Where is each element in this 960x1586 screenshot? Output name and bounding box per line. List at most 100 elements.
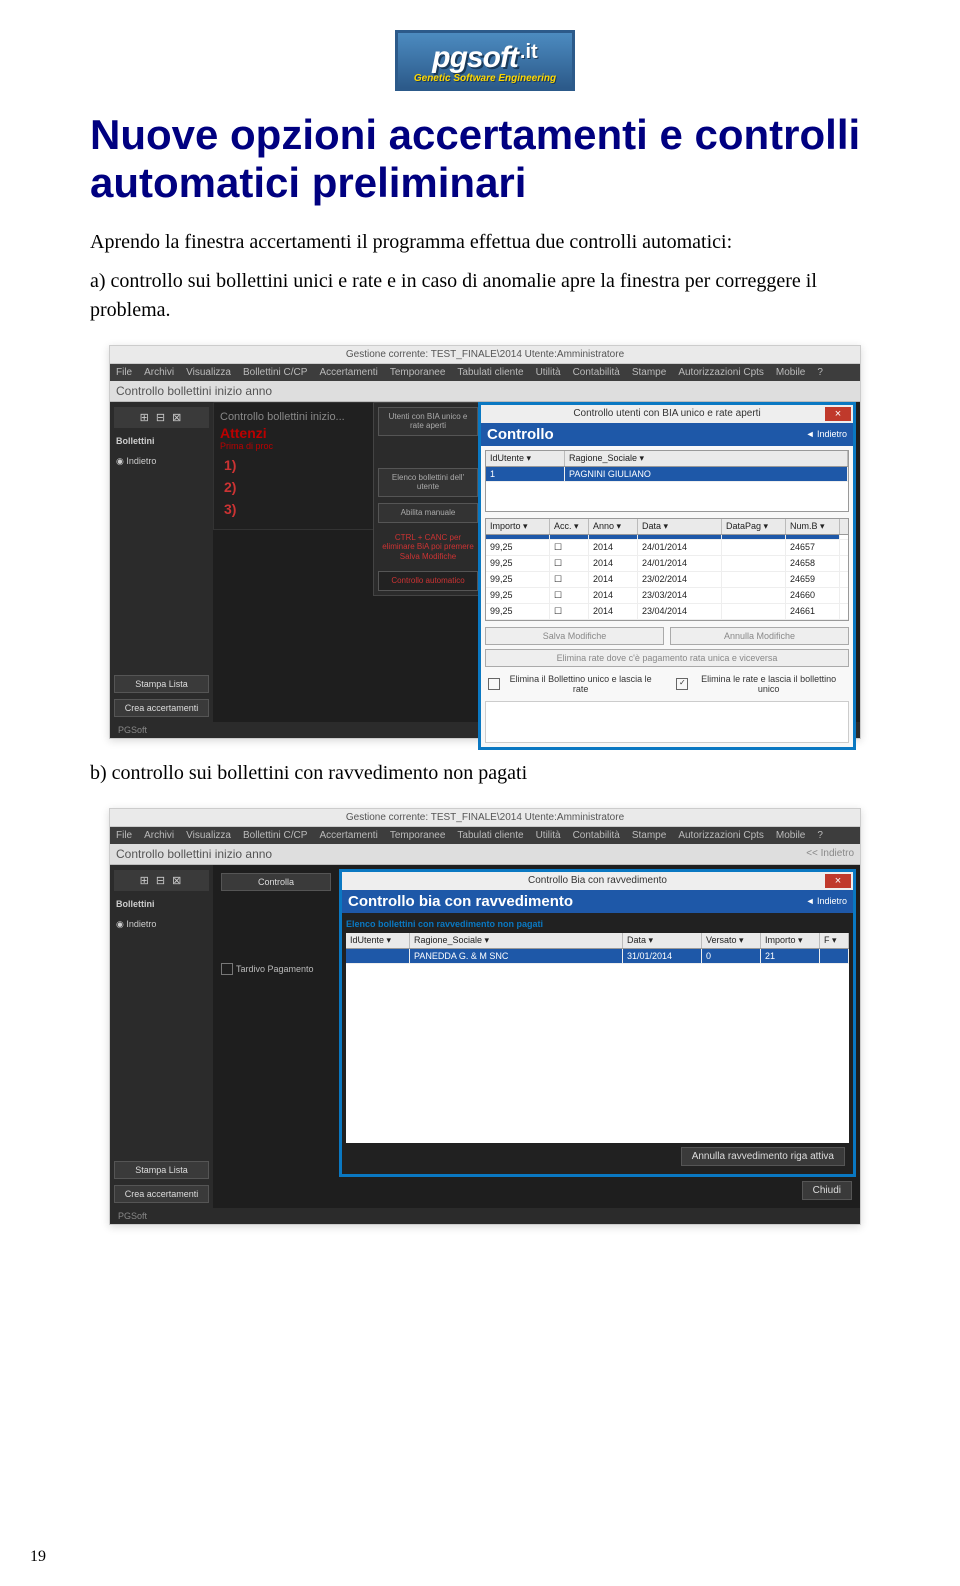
tardivo-checkbox[interactable]: Tardivo Pagamento: [221, 963, 331, 975]
table-row[interactable]: 99,25☐201424/01/201424658: [486, 556, 848, 572]
menubar: File Archivi Visualizza Bollettini C/CP Acce…: [110, 364, 860, 381]
sidebar-indietro[interactable]: ◉ Indietro: [114, 454, 209, 469]
menu-item[interactable]: Mobile: [776, 367, 805, 378]
mid-btn-auto[interactable]: Controllo automatico: [378, 571, 478, 591]
menu-item[interactable]: Bollettini C/CP: [243, 367, 307, 378]
column-header[interactable]: Importo ▾: [761, 933, 820, 948]
menu-item[interactable]: Temporanee: [390, 830, 446, 841]
point-b-paragraph: b) controllo sui bollettini con ravvedim…: [90, 759, 880, 788]
sidebar: ⊞ ⊟ ⊠ Bollettini ◉ Indietro Stampa Lista…: [110, 865, 213, 1208]
checkbox-elimina-rate[interactable]: ✓ Elimina le rate e lascia il bollettino…: [673, 671, 849, 697]
menu-item[interactable]: Autorizzazioni Cpts: [678, 367, 764, 378]
controlla-button[interactable]: Controlla: [221, 873, 331, 891]
logo-tagline: Genetic Software Engineering: [414, 73, 556, 84]
intro-paragraph: Aprendo la finestra accertamenti il prog…: [90, 228, 880, 257]
menu-item[interactable]: Visualizza: [186, 367, 231, 378]
salva-button[interactable]: Salva Modifiche: [485, 627, 664, 645]
checkbox-icon: ✓: [676, 678, 688, 690]
column-header[interactable]: Importo ▾: [486, 519, 550, 534]
checkbox-elimina-unico[interactable]: Elimina il Bollettino unico e lascia le …: [485, 671, 661, 697]
dialog-ravvedimento: Controllo Bia con ravvedimento × Control…: [339, 869, 856, 1177]
mid-btn-abilita[interactable]: Abilita manuale: [378, 503, 478, 523]
menu-item[interactable]: Mobile: [776, 830, 805, 841]
tool-strip: Controllo bollettini inizio anno: [110, 381, 860, 402]
logo-main: pgsoft: [432, 41, 518, 74]
column-header[interactable]: Data ▾: [623, 933, 702, 948]
menu-item[interactable]: Autorizzazioni Cpts: [678, 830, 764, 841]
menu-item[interactable]: File: [116, 830, 132, 841]
column-header[interactable]: IdUtente ▾: [346, 933, 410, 948]
dialog-indietro[interactable]: ◄ Indietro: [806, 896, 847, 906]
sidebar-crea-button[interactable]: Crea accertamenti: [114, 699, 209, 717]
menubar: File Archivi Visualizza Bollettini C/CP Acce…: [110, 827, 860, 844]
menu-item[interactable]: Stampe: [632, 830, 666, 841]
menu-item[interactable]: Visualizza: [186, 830, 231, 841]
logo-wrap: pgsoft.it Genetic Software Engineering: [90, 30, 880, 91]
menu-item[interactable]: Archivi: [144, 367, 174, 378]
menu-item[interactable]: Contabilità: [573, 367, 620, 378]
menu-item[interactable]: Archivi: [144, 830, 174, 841]
table-row[interactable]: 99,25☐201423/02/201424659: [486, 572, 848, 588]
tool-strip-label: Controllo bollettini inizio anno: [116, 384, 272, 398]
column-header[interactable]: Num.B ▾: [786, 519, 840, 534]
page-title: Nuove opzioni accertamenti e controlli a…: [90, 111, 880, 208]
menu-item[interactable]: ?: [817, 830, 823, 841]
table-row[interactable]: PANEDDA G. & M SNC31/01/2014021: [346, 949, 849, 964]
menu-item[interactable]: ?: [817, 367, 823, 378]
column-header[interactable]: Data ▾: [638, 519, 722, 534]
column-header[interactable]: Acc. ▾: [550, 519, 589, 534]
menu-item[interactable]: Bollettini C/CP: [243, 830, 307, 841]
menu-item[interactable]: Contabilità: [573, 830, 620, 841]
indietro-link[interactable]: << Indietro: [806, 848, 854, 859]
menu-item[interactable]: Stampe: [632, 367, 666, 378]
logo: pgsoft.it Genetic Software Engineering: [395, 30, 575, 91]
column-header[interactable]: IdUtente ▾: [486, 451, 565, 466]
lower-grid[interactable]: Importo ▾Acc. ▾Anno ▾Data ▾DataPag ▾Num.…: [485, 518, 849, 621]
close-icon[interactable]: ×: [825, 407, 851, 421]
sidebar-stampa-button[interactable]: Stampa Lista: [114, 1161, 209, 1179]
checkbox-icon: [488, 678, 500, 690]
logo-suffix: .it: [520, 41, 538, 64]
mid-hint: CTRL + CANC per eliminare BiA poi premer…: [378, 529, 478, 566]
menu-item[interactable]: Utilità: [536, 830, 561, 841]
table-row[interactable]: 99,25☐201423/03/201424660: [486, 588, 848, 604]
window-title: Gestione corrente: TEST_FINALE\2014 Uten…: [110, 809, 860, 827]
column-header[interactable]: F ▾: [820, 933, 849, 948]
menu-item[interactable]: File: [116, 367, 132, 378]
upper-grid[interactable]: IdUtente ▾Ragione_Sociale ▾1PAGNINI GIUL…: [485, 450, 849, 512]
window-title: Gestione corrente: TEST_FINALE\2014 Uten…: [110, 346, 860, 364]
ravv-grid[interactable]: IdUtente ▾Ragione_Sociale ▾Data ▾Versato…: [346, 933, 849, 1143]
chiudi-button[interactable]: Chiudi: [802, 1181, 852, 1200]
column-header[interactable]: Ragione_Sociale ▾: [410, 933, 623, 948]
point-a-paragraph: a) controllo sui bollettini unici e rate…: [90, 267, 880, 325]
table-row[interactable]: 99,25☐201423/04/201424661: [486, 604, 848, 620]
screenshot-a: Gestione corrente: TEST_FINALE\2014 Uten…: [109, 345, 861, 739]
annulla-ravvedimento-button[interactable]: Annulla ravvedimento riga attiva: [681, 1147, 845, 1166]
column-header[interactable]: DataPag ▾: [722, 519, 786, 534]
table-row[interactable]: 99,25☐201424/01/201424657: [486, 540, 848, 556]
dialog-indietro[interactable]: ◄ Indietro: [806, 429, 847, 439]
column-header[interactable]: Anno ▾: [589, 519, 638, 534]
sidebar-indietro[interactable]: ◉ Indietro: [114, 917, 209, 932]
page-number: 19: [30, 1548, 46, 1566]
mid-btn-utenti[interactable]: Utenti con BIA unico e rate aperti: [378, 407, 478, 436]
ravv-hint: Elenco bollettini con ravvedimento non p…: [346, 917, 849, 933]
menu-item[interactable]: Tabulati cliente: [457, 830, 523, 841]
table-row[interactable]: 1PAGNINI GIULIANO: [486, 467, 848, 482]
column-header[interactable]: Versato ▾: [702, 933, 761, 948]
column-header[interactable]: Ragione_Sociale ▾: [565, 451, 848, 466]
menu-item[interactable]: Tabulati cliente: [457, 367, 523, 378]
menu-item[interactable]: Accertamenti: [319, 367, 377, 378]
menu-item[interactable]: Utilità: [536, 367, 561, 378]
menu-item[interactable]: Accertamenti: [319, 830, 377, 841]
elimina-button[interactable]: Elimina rate dove c'è pagamento rata uni…: [485, 649, 849, 667]
menu-item[interactable]: Temporanee: [390, 367, 446, 378]
mid-btn-elenco[interactable]: Elenco bollettini dell' utente: [378, 468, 478, 497]
close-icon[interactable]: ×: [825, 874, 851, 888]
sidebar-crea-button[interactable]: Crea accertamenti: [114, 1185, 209, 1203]
empty-box: [485, 701, 849, 743]
sidebar-stampa-button[interactable]: Stampa Lista: [114, 675, 209, 693]
annulla-button[interactable]: Annulla Modifiche: [670, 627, 849, 645]
checkbox-icon: [221, 963, 233, 975]
sidebar-icon-row: ⊞ ⊟ ⊠: [114, 870, 209, 891]
